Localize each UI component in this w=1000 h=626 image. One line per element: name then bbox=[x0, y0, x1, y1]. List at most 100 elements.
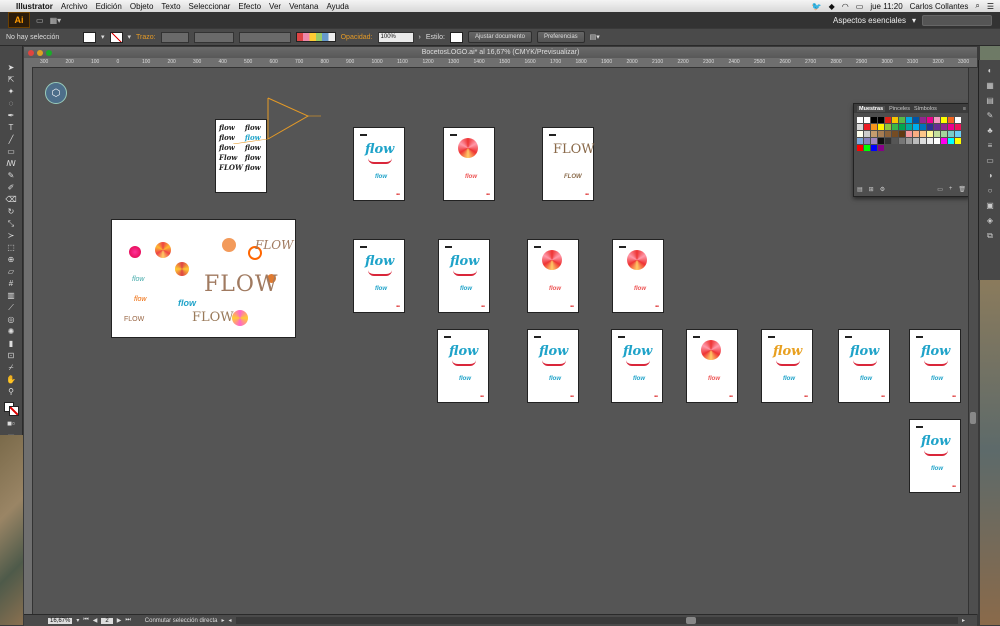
clock[interactable]: jue 11:20 bbox=[870, 2, 902, 11]
panel-menu-icon[interactable]: ≡ bbox=[963, 106, 966, 112]
layers-icon[interactable]: ◈ bbox=[987, 216, 993, 225]
color-swatch[interactable] bbox=[892, 124, 898, 130]
color-swatch[interactable] bbox=[906, 138, 912, 144]
artboard-logo-page[interactable]: FLOW FLOW ■■ bbox=[542, 127, 595, 201]
chevron-down-icon[interactable]: ▾ bbox=[128, 33, 132, 41]
free-transform-tool-icon[interactable]: ⬚ bbox=[4, 242, 18, 253]
artboard-logo-page[interactable]: flow flow ■■ bbox=[838, 329, 890, 403]
artboards-icon[interactable]: ⧉ bbox=[987, 231, 993, 241]
color-swatch[interactable] bbox=[878, 131, 884, 137]
color-swatch[interactable] bbox=[941, 117, 947, 123]
chevron-down-icon[interactable]: ▾ bbox=[76, 617, 79, 624]
rotate-tool-icon[interactable]: ↻ bbox=[4, 206, 18, 217]
color-swatch[interactable] bbox=[885, 124, 891, 130]
artboard-logo-page[interactable]: flow ■■ bbox=[686, 329, 738, 403]
selection-tool-icon[interactable]: ➤ bbox=[4, 62, 18, 73]
chevron-right-icon[interactable]: › bbox=[419, 34, 421, 41]
color-swatch[interactable] bbox=[864, 117, 870, 123]
tab-swatches[interactable]: Muestras bbox=[857, 105, 886, 112]
opacity-label[interactable]: Opacidad: bbox=[341, 34, 373, 41]
color-swatch[interactable] bbox=[878, 138, 884, 144]
color-swatch[interactable] bbox=[871, 117, 877, 123]
pencil-tool-icon[interactable]: ✎ bbox=[4, 170, 18, 181]
fill-swatch[interactable] bbox=[83, 31, 96, 43]
triangle-shape[interactable] bbox=[233, 94, 353, 144]
lasso-tool-icon[interactable]: ◌ bbox=[4, 98, 18, 109]
gradient-icon[interactable]: ▭ bbox=[986, 156, 994, 165]
color-swatch[interactable] bbox=[934, 131, 940, 137]
color-swatch[interactable] bbox=[920, 138, 926, 144]
color-swatch[interactable] bbox=[899, 124, 905, 130]
color-swatch[interactable] bbox=[871, 145, 877, 151]
magic-wand-tool-icon[interactable]: ✦ bbox=[4, 86, 18, 97]
color-swatch[interactable] bbox=[899, 117, 905, 123]
color-swatch[interactable] bbox=[955, 131, 961, 137]
variable-width-profile[interactable] bbox=[193, 31, 234, 43]
direct-selection-tool-icon[interactable]: ⇱ bbox=[4, 74, 18, 85]
artboard-logo-page[interactable]: flow flow ■■ bbox=[353, 239, 405, 313]
stroke-icon[interactable]: ≡ bbox=[988, 141, 993, 150]
swatch-options-icon[interactable]: ⚙ bbox=[880, 186, 885, 193]
show-kinds-icon[interactable]: ⊞ bbox=[869, 186, 874, 193]
color-swatch[interactable] bbox=[857, 138, 863, 144]
blob-brush-tool-icon[interactable]: ✐ bbox=[4, 182, 18, 193]
canvas[interactable]: ⬡ flow flow flow flow flow flow Flow flo… bbox=[33, 68, 977, 614]
artboard-logo-page[interactable]: flow flow ■■ bbox=[761, 329, 813, 403]
menu-objeto[interactable]: Objeto bbox=[130, 2, 154, 11]
column-graph-tool-icon[interactable]: ▮ bbox=[4, 338, 18, 349]
graphic-styles-icon[interactable]: ▣ bbox=[986, 201, 994, 210]
color-swatch[interactable] bbox=[878, 145, 884, 151]
object-icon[interactable]: ⬡ bbox=[45, 82, 67, 104]
type-tool-icon[interactable]: T bbox=[4, 122, 18, 133]
color-swatch[interactable] bbox=[892, 131, 898, 137]
color-panel-icon[interactable]: ◐ bbox=[988, 66, 993, 75]
scroll-left-icon[interactable]: ◂ bbox=[229, 617, 232, 624]
help-search-input[interactable] bbox=[922, 14, 992, 26]
color-swatch[interactable] bbox=[955, 138, 961, 144]
color-swatch[interactable] bbox=[871, 131, 877, 137]
artboard-logo-page[interactable]: flow flow ■■ bbox=[909, 329, 961, 403]
vertical-scrollbar[interactable] bbox=[968, 68, 978, 614]
eyedropper-tool-icon[interactable]: ⟋ bbox=[4, 302, 18, 313]
color-swatch[interactable] bbox=[864, 138, 870, 144]
battery-icon[interactable]: ▭ bbox=[856, 2, 864, 11]
color-guide-icon[interactable]: ▦ bbox=[986, 81, 994, 90]
artboard-logo-page[interactable]: flow flow ■■ bbox=[611, 329, 663, 403]
opacity-field[interactable]: 100% bbox=[377, 31, 414, 43]
color-swatch[interactable] bbox=[864, 124, 870, 130]
fill-stroke-icon[interactable] bbox=[4, 401, 19, 416]
color-swatch[interactable] bbox=[934, 117, 940, 123]
color-swatch[interactable] bbox=[913, 124, 919, 130]
appearance-icon[interactable]: ○ bbox=[988, 186, 993, 195]
slice-tool-icon[interactable]: ⌿ bbox=[4, 362, 18, 373]
spotlight-icon[interactable]: ⌕ bbox=[975, 1, 979, 11]
color-swatch[interactable] bbox=[948, 124, 954, 130]
artboard-tool-icon[interactable]: ⊡ bbox=[4, 350, 18, 361]
pen-tool-icon[interactable]: ✒ bbox=[4, 110, 18, 121]
horizontal-scrollbar[interactable] bbox=[235, 617, 958, 624]
menu-texto[interactable]: Texto bbox=[161, 2, 180, 11]
menu-ventana[interactable]: Ventana bbox=[289, 2, 318, 11]
workspace-switcher[interactable]: Aspectos esenciales bbox=[833, 16, 906, 25]
color-swatch[interactable] bbox=[871, 138, 877, 144]
perspective-grid-tool-icon[interactable]: ▱ bbox=[4, 266, 18, 277]
color-swatch[interactable] bbox=[948, 138, 954, 144]
stroke-weight-field[interactable] bbox=[160, 31, 189, 43]
notifications-icon[interactable]: ☰ bbox=[987, 2, 994, 11]
twitter-icon[interactable]: 🐦 bbox=[812, 2, 822, 11]
color-swatch[interactable] bbox=[885, 131, 891, 137]
swatch-libraries-icon[interactable]: ▤ bbox=[857, 186, 863, 193]
color-swatch[interactable] bbox=[885, 117, 891, 123]
paintbrush-tool-icon[interactable]: ꟿ bbox=[4, 158, 18, 169]
width-tool-icon[interactable]: ≻ bbox=[4, 230, 18, 241]
artboard-logo-page[interactable]: flow ■■ bbox=[612, 239, 664, 313]
artboard-logo-page[interactable]: flow flow ■■ bbox=[527, 329, 579, 403]
color-swatch[interactable] bbox=[913, 117, 919, 123]
chevron-down-icon[interactable]: ▾ bbox=[912, 16, 916, 25]
eraser-tool-icon[interactable]: ⌫ bbox=[4, 194, 18, 205]
gradient-tool-icon[interactable]: ▥ bbox=[4, 290, 18, 301]
status-arrow-icon[interactable]: ▸ bbox=[221, 617, 224, 624]
scroll-thumb[interactable] bbox=[685, 617, 696, 624]
brushes-icon[interactable]: ✎ bbox=[987, 111, 994, 120]
color-swatch[interactable] bbox=[892, 117, 898, 123]
